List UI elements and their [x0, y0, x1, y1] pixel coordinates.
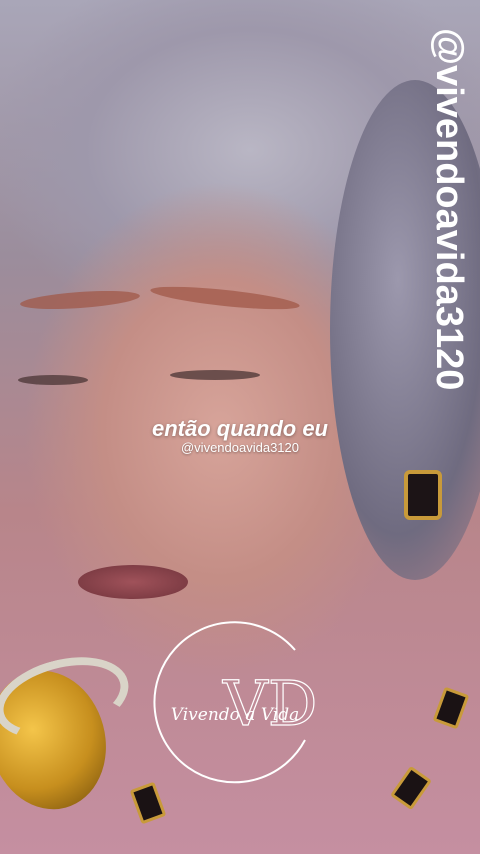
- earring: [404, 470, 442, 520]
- caption-handle: @vivendoavida3120: [180, 440, 299, 455]
- left-eye: [18, 375, 88, 385]
- necklace-stone: [432, 686, 470, 730]
- vertical-watermark-text: @vivendoavida3120: [428, 28, 470, 391]
- video-frame: @vivendoavida3120 então quando eu @viven…: [0, 0, 480, 854]
- right-eye: [170, 370, 260, 380]
- left-eyebrow: [19, 287, 141, 313]
- logo-text: Vivendo a Vida: [171, 705, 300, 725]
- subtitle-caption: então quando eu: [152, 416, 328, 441]
- vivendo-a-vida-logo: VD Vivendo a Vida: [153, 621, 318, 784]
- logo-monogram: VD: [222, 667, 317, 740]
- lips: [78, 565, 188, 599]
- right-eyebrow: [149, 282, 301, 314]
- necklace-stone: [390, 765, 432, 811]
